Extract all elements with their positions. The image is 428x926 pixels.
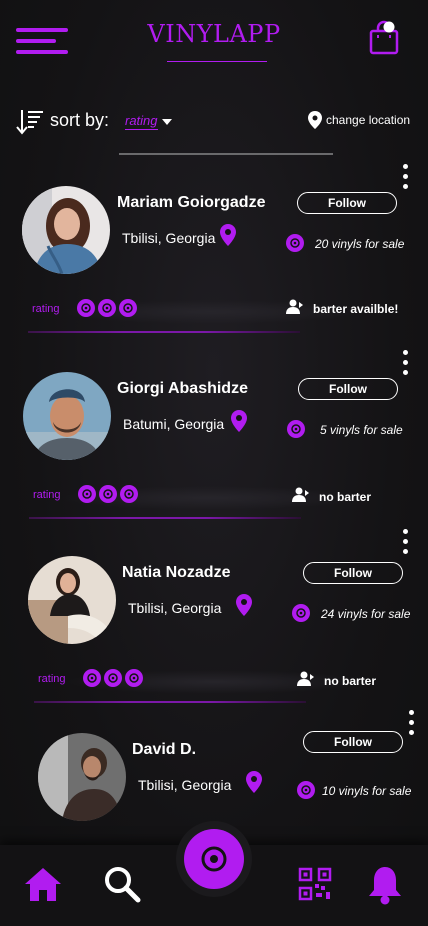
user-name[interactable]: Mariam Goiorgadze <box>117 194 265 212</box>
user-name[interactable]: David D. <box>132 741 196 759</box>
chevron-down-icon[interactable] <box>162 119 172 125</box>
qr-code-icon[interactable] <box>297 866 337 906</box>
home-icon[interactable] <box>23 865 63 905</box>
change-location-link[interactable]: change location <box>326 113 410 127</box>
follow-button[interactable]: Follow <box>303 731 403 753</box>
user-name[interactable]: Giorgi Abashidze <box>117 380 248 398</box>
user-name[interactable]: Natia Nozadze <box>122 564 230 582</box>
vinyl-record-icon[interactable] <box>184 829 244 889</box>
rating-label: rating <box>32 303 60 315</box>
avatar[interactable] <box>38 733 126 821</box>
location-pin-icon[interactable] <box>308 111 322 129</box>
user-location: Tbilisi, Georgia <box>128 600 222 616</box>
vinyls-for-sale[interactable]: 24 vinyls for sale <box>321 607 410 621</box>
vinyl-icon <box>287 420 305 438</box>
avatar[interactable] <box>22 186 110 274</box>
vinyl-icon <box>125 669 143 687</box>
user-location: Tbilisi, Georgia <box>122 230 216 246</box>
vinyl-icon <box>292 604 310 622</box>
rating-label: rating <box>33 489 61 501</box>
follow-button[interactable]: Follow <box>297 192 397 214</box>
location-pin-icon <box>231 410 247 432</box>
rating-stars <box>78 485 138 503</box>
barter-status: no barter <box>319 490 372 504</box>
bell-icon[interactable] <box>366 864 406 905</box>
follow-button[interactable]: Follow <box>298 378 398 400</box>
vinyls-for-sale[interactable]: 5 vinyls for sale <box>320 423 403 437</box>
more-options-icon[interactable] <box>403 529 409 555</box>
avatar[interactable] <box>28 556 116 644</box>
card-divider <box>29 517 301 519</box>
barter-icon <box>297 671 314 686</box>
vinyls-for-sale[interactable]: 10 vinyls for sale <box>322 784 411 798</box>
location-pin-icon <box>236 594 252 616</box>
user-location: Batumi, Georgia <box>123 416 225 432</box>
avatar[interactable] <box>23 372 111 460</box>
app-title: VINYLAPP <box>147 20 281 48</box>
sort-label: sort by: <box>50 110 110 130</box>
notification-dot <box>383 21 395 33</box>
card-divider <box>34 701 306 703</box>
vinyl-icon <box>120 485 138 503</box>
vinyl-icon <box>119 299 137 317</box>
user-location: Tbilisi, Georgia <box>138 777 232 793</box>
more-options-icon[interactable] <box>403 350 409 376</box>
location-pin-icon <box>246 771 262 793</box>
vinyl-icon <box>286 234 304 252</box>
vinyl-icon <box>98 299 116 317</box>
barter-status: barter availble! <box>313 302 399 316</box>
sort-dropdown[interactable]: rating <box>125 113 158 130</box>
follow-button[interactable]: Follow <box>303 562 403 584</box>
rating-stars <box>83 669 143 687</box>
more-options-icon[interactable] <box>403 164 409 190</box>
vinyl-icon <box>78 485 96 503</box>
vinyls-for-sale[interactable]: 20 vinyls for sale <box>315 237 404 251</box>
vinyl-icon <box>83 669 101 687</box>
rating-stars <box>77 299 137 317</box>
vinyl-icon <box>99 485 117 503</box>
location-pin-icon <box>220 224 236 246</box>
search-icon[interactable] <box>102 864 142 904</box>
more-options-icon[interactable] <box>409 710 415 736</box>
barter-icon <box>286 299 303 314</box>
shopping-bag-icon[interactable] <box>368 20 400 56</box>
sort-icon[interactable] <box>16 108 44 136</box>
vinyl-icon <box>104 669 122 687</box>
barter-status: no barter <box>324 674 377 688</box>
vinyl-icon <box>77 299 95 317</box>
barter-icon <box>292 487 309 502</box>
title-underline <box>167 61 267 62</box>
vinyl-icon <box>297 781 315 799</box>
card-divider <box>28 331 300 333</box>
rating-label: rating <box>38 673 66 685</box>
divider <box>119 153 333 155</box>
